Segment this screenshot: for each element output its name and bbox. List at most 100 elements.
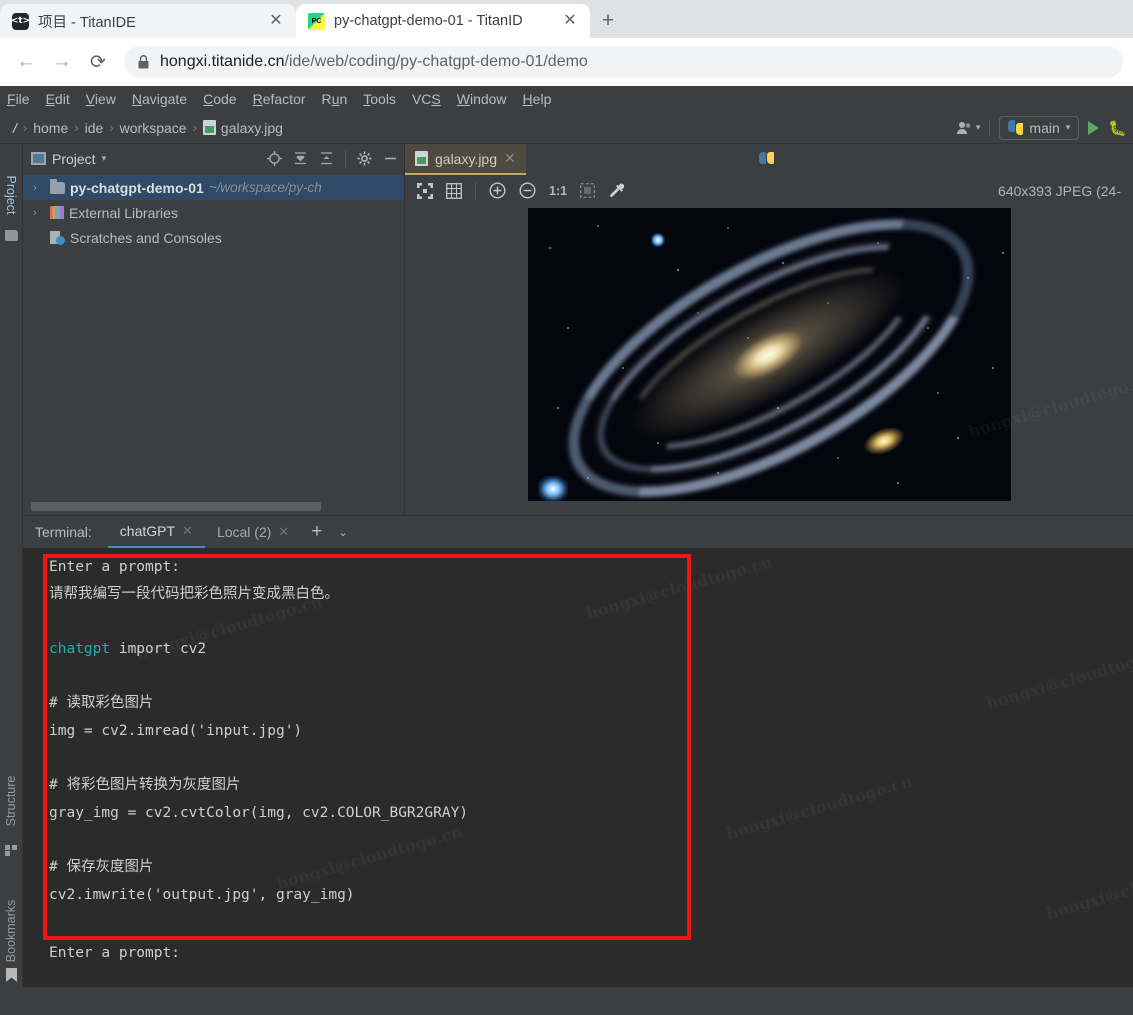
terminal-tab-local[interactable]: Local (2) ✕ <box>205 516 301 548</box>
chevron-right-icon[interactable]: › <box>33 207 45 219</box>
menu-window[interactable]: Window <box>457 91 507 107</box>
terminal-tab-label: Local (2) <box>216 524 272 540</box>
terminal-list-chevron-down-icon[interactable]: ⌄ <box>332 526 353 539</box>
zoom-in-icon[interactable] <box>489 182 506 199</box>
menu-navigate[interactable]: Navigate <box>132 91 187 107</box>
image-viewer-toolbar: 1:1 640x393 JPEG (24- <box>405 175 1133 206</box>
tree-item-py-chatgpt-demo-01[interactable]: › py-chatgpt-demo-01 ~/workspace/py-ch <box>23 175 404 200</box>
upper-region: Project ▾ › py-chatgpt-demo-01 ~/workspa… <box>23 144 1133 515</box>
sidebar-item-structure[interactable]: Structure <box>4 776 18 827</box>
address-bar[interactable]: hongxi.titanide.cn/ide/web/coding/py-cha… <box>124 46 1123 78</box>
project-tree: › py-chatgpt-demo-01 ~/workspace/py-ch ›… <box>23 173 404 502</box>
menu-code[interactable]: Code <box>203 91 236 107</box>
sidebar-item-project[interactable]: Project <box>4 176 18 215</box>
chevron-right-icon[interactable]: › <box>33 182 45 194</box>
ide-menu-bar: File Edit View Navigate Code Refactor Ru… <box>0 86 1133 112</box>
menu-file[interactable]: File <box>7 91 30 107</box>
menu-run[interactable]: Run <box>322 91 348 107</box>
panel-toolbar-divider <box>345 149 346 168</box>
browser-tab-2-close-icon[interactable]: ✕ <box>560 11 580 31</box>
breadcrumb-home[interactable]: home <box>30 120 71 136</box>
url-path: /ide/web/coding/py-chatgpt-demo-01/demo <box>284 53 588 70</box>
terminal-tab-label: chatGPT <box>119 523 176 539</box>
editor-tab-close-icon[interactable]: ✕ <box>504 150 516 167</box>
expand-all-icon[interactable] <box>293 151 308 166</box>
breadcrumb-workspace[interactable]: workspace <box>117 120 190 136</box>
new-tab-button[interactable]: + <box>590 4 626 38</box>
browser-tab-1-close-icon[interactable]: ✕ <box>266 11 286 31</box>
lock-icon <box>138 55 149 69</box>
locate-icon[interactable] <box>267 151 282 166</box>
fit-to-window-icon[interactable] <box>417 182 433 199</box>
tree-item-external-libraries[interactable]: › External Libraries <box>23 200 404 225</box>
user-glyph <box>956 121 971 134</box>
toolbar-divider <box>989 118 991 137</box>
back-icon[interactable]: ← <box>10 46 42 78</box>
scrollbar-thumb[interactable] <box>31 502 321 511</box>
terminal-tab-chatgpt[interactable]: chatGPT ✕ <box>107 516 205 548</box>
breadcrumb-galaxy-jpg[interactable]: galaxy.jpg <box>200 120 286 136</box>
chevron-down-icon: ▾ <box>1065 122 1071 132</box>
user-caret-icon: ▾ <box>975 122 981 132</box>
left-tool-strip: Project Structure Bookmarks <box>0 144 23 987</box>
actual-size-label[interactable]: 1:1 <box>549 184 567 198</box>
grid-icon[interactable] <box>446 182 462 199</box>
project-icon[interactable] <box>5 230 18 241</box>
image-viewer[interactable]: hongxi@cloudtogo.cn hongxi@cloudtogo.cn <box>405 206 1133 515</box>
browser-tab-bar: <t> 项目 - TitanIDE ✕ PC py-chatgpt-demo-0… <box>0 0 1133 38</box>
user-icon[interactable]: ▾ <box>956 121 981 135</box>
ide-navigation-bar: / › home › ide › workspace › galaxy.jpg … <box>0 112 1133 144</box>
reload-icon[interactable]: ⟳ <box>82 46 114 78</box>
new-terminal-button[interactable]: + <box>301 521 332 543</box>
python-icon <box>1008 120 1024 135</box>
browser-tab-1[interactable]: <t> 项目 - TitanIDE ✕ <box>0 4 296 38</box>
zoom-out-icon[interactable] <box>519 182 536 199</box>
browser-toolbar: ← → ⟳ hongxi.titanide.cn/ide/web/coding/… <box>0 38 1133 86</box>
hide-panel-icon[interactable] <box>383 151 398 166</box>
menu-refactor[interactable]: Refactor <box>253 91 306 107</box>
toolbar-divider <box>475 181 476 200</box>
terminal-label: Terminal: <box>35 524 92 540</box>
ide-toolbar-actions: ▾ main ▾ 🐛 <box>956 115 1133 140</box>
bookmark-icon[interactable] <box>6 968 17 985</box>
color-picker-icon[interactable] <box>608 183 625 199</box>
tree-item-path: ~/workspace/py-ch <box>208 180 322 195</box>
blue-star-1 <box>650 233 665 247</box>
breadcrumb-ide[interactable]: ide <box>82 120 107 136</box>
browser-tab-1-title: 项目 - TitanIDE <box>38 14 136 31</box>
breadcrumb-root[interactable]: / <box>10 120 20 136</box>
menu-tools[interactable]: Tools <box>363 91 396 107</box>
terminal-output-area[interactable]: hongxi@cloudtogo.cn hongxi@cloudtogo.cn … <box>23 548 1133 987</box>
structure-icon[interactable] <box>5 844 18 856</box>
transparency-icon[interactable] <box>580 183 595 198</box>
terminal-text-highlight: chatgpt <box>49 640 111 657</box>
ide-main-body: Project Structure Bookmarks Project ▾ › … <box>0 144 1133 987</box>
tree-item-label: External Libraries <box>69 204 178 221</box>
menu-edit[interactable]: Edit <box>46 91 70 107</box>
horizontal-scrollbar[interactable] <box>31 502 402 511</box>
debug-icon[interactable]: 🐛 <box>1108 119 1127 137</box>
forward-icon[interactable]: → <box>46 46 78 78</box>
ide-window: File Edit View Navigate Code Refactor Ru… <box>0 86 1133 1015</box>
breadcrumb-separator: › <box>74 120 79 135</box>
image-info-label: 640x393 JPEG (24- <box>998 182 1121 199</box>
menu-vcs[interactable]: VCS <box>412 91 441 107</box>
collapse-all-icon[interactable] <box>319 151 334 166</box>
libraries-icon <box>50 206 64 219</box>
run-configuration-selector[interactable]: main ▾ <box>999 115 1080 140</box>
project-view-chevron-down-icon[interactable]: ▾ <box>102 153 107 164</box>
breadcrumb-separator: › <box>22 120 28 135</box>
editor-tab-galaxy-jpg[interactable]: galaxy.jpg ✕ <box>405 144 526 175</box>
terminal-tab-close-icon[interactable]: ✕ <box>278 524 289 540</box>
run-icon[interactable] <box>1088 120 1100 135</box>
breadcrumb-galaxy-label: galaxy.jpg <box>220 119 283 136</box>
terminal-tab-close-icon[interactable]: ✕ <box>182 523 193 539</box>
tree-item-scratches-and-consoles[interactable]: Scratches and Consoles <box>23 225 404 250</box>
menu-view[interactable]: View <box>86 91 116 107</box>
browser-tab-2[interactable]: PC py-chatgpt-demo-01 - TitanID ✕ <box>296 4 590 38</box>
settings-gear-icon[interactable] <box>357 151 372 166</box>
browser-tab-2-title: py-chatgpt-demo-01 - TitanID <box>334 13 523 29</box>
menu-help[interactable]: Help <box>523 91 552 107</box>
ide-content-column: Project ▾ › py-chatgpt-demo-01 ~/workspa… <box>23 144 1133 987</box>
sidebar-item-bookmarks[interactable]: Bookmarks <box>4 900 18 963</box>
